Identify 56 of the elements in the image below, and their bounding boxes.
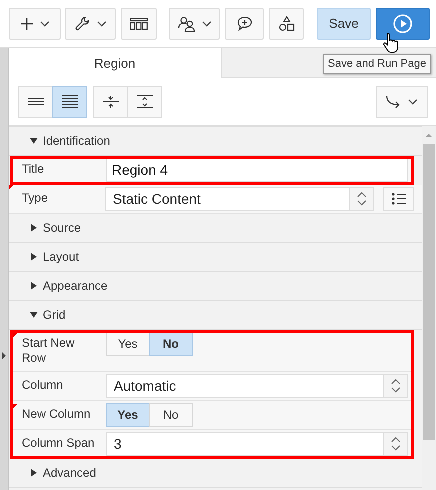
field-label: New Column	[21, 406, 92, 423]
select-field[interactable]: 3	[106, 432, 408, 456]
shared-components-button[interactable]	[169, 8, 220, 40]
field-label: Title	[21, 161, 46, 178]
people-icon	[178, 16, 196, 32]
up-down-icon	[356, 192, 366, 206]
field-label: Type	[21, 190, 50, 207]
wrench-icon	[74, 16, 90, 32]
layout-button[interactable]	[121, 8, 157, 40]
dense-lines-icon	[62, 94, 78, 108]
caret-icon	[408, 98, 418, 104]
field-label: Start New Row	[21, 335, 76, 367]
table-icon	[130, 18, 148, 30]
plus-icon	[20, 16, 34, 30]
play-icon	[393, 14, 413, 34]
list-button[interactable]	[383, 187, 414, 211]
layout-toggle-button[interactable]	[93, 86, 128, 118]
splitter-handle-icon	[2, 352, 6, 360]
toggle-option[interactable]: Yes	[106, 332, 150, 356]
select-field[interactable]: Automatic	[106, 374, 408, 398]
section-title: Grid	[43, 308, 66, 322]
layout-toggle-button[interactable]	[127, 86, 162, 118]
shapes-icon	[278, 16, 294, 32]
field-label: Column Span	[21, 435, 96, 452]
add-menu-button[interactable]	[9, 8, 61, 40]
tab[interactable]: Region	[9, 48, 222, 78]
section-title: Identification	[43, 134, 110, 148]
section-title: Advanced	[43, 466, 96, 480]
curved-arrow-icon	[386, 94, 402, 108]
toggle-option[interactable]: No	[149, 332, 193, 356]
comments-button[interactable]	[225, 8, 264, 40]
save-button[interactable]: Save	[317, 8, 371, 40]
section-title: Layout	[43, 250, 80, 264]
caret-icon	[202, 20, 212, 26]
section-title: Source	[43, 221, 82, 235]
layout-toggle-button[interactable]	[18, 86, 53, 118]
section-title: Appearance	[43, 279, 108, 293]
caret-icon	[96, 20, 106, 26]
select-field[interactable]: Static Content	[105, 187, 374, 211]
toggle-option[interactable]: No	[149, 403, 193, 427]
shapes-button[interactable]	[269, 8, 304, 40]
save-and-run-button[interactable]	[376, 8, 430, 40]
up-down-icon	[390, 437, 400, 451]
field-label: Column	[21, 377, 64, 394]
toggle-option[interactable]: Yes	[106, 403, 150, 427]
tooltip: Save and Run Page	[323, 54, 432, 74]
up-down-icon	[390, 379, 400, 393]
utilities-menu-button[interactable]	[65, 8, 116, 40]
go-to-menu-button[interactable]	[376, 86, 428, 118]
list-icon	[392, 193, 406, 205]
collapse-icon	[102, 94, 118, 108]
text-field[interactable]: Region 4	[106, 158, 408, 182]
expand-icon	[136, 94, 152, 108]
caret-icon	[40, 20, 50, 26]
comment-plus-icon	[236, 16, 252, 32]
layout-toggle-button[interactable]	[52, 86, 87, 118]
